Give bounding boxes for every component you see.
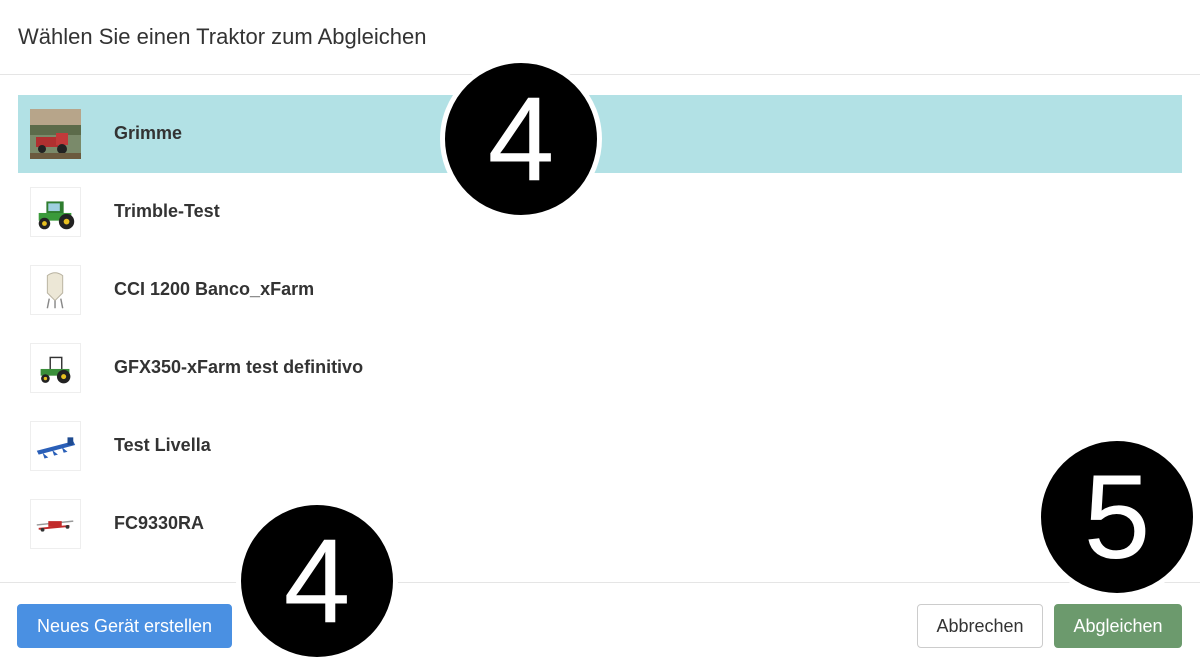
device-name: FC9330RA [114,513,205,533]
dialog-title: Wählen Sie einen Traktor zum Abgleichen [18,24,427,49]
device-list: Grimme Trimble-Test CCI 1200 Banco_xFarm… [18,95,1182,563]
step-callout-4-bottom: 4 [236,500,398,662]
device-item-trimble-test[interactable]: Trimble-Test [18,173,1182,251]
field-harvester-photo-icon [30,109,81,159]
cancel-button[interactable]: Abbrechen [917,604,1043,648]
red-mower-icon [30,499,81,549]
device-name: Trimble-Test [114,201,220,221]
device-item-cci-1200[interactable]: CCI 1200 Banco_xFarm [18,251,1182,329]
device-name: GFX350-xFarm test definitivo [114,357,364,377]
match-button[interactable]: Abgleichen [1054,604,1182,648]
device-item-gfx350[interactable]: GFX350-xFarm test definitivo [18,329,1182,407]
dialog-footer: Neues Gerät erstellen Abbrechen Abgleich… [0,582,1200,664]
step-callout-5: 5 [1036,436,1198,598]
green-tractor-icon [30,187,81,237]
new-device-button[interactable]: Neues Gerät erstellen [17,604,232,648]
silo-icon [30,265,81,315]
device-name: Grimme [114,123,183,143]
device-name: CCI 1200 Banco_xFarm [114,279,315,299]
select-tractor-dialog: Wählen Sie einen Traktor zum Abgleichen … [0,0,1200,664]
step-callout-4-top: 4 [440,58,602,220]
dialog-header: Wählen Sie einen Traktor zum Abgleichen [0,0,1200,75]
device-name: Test Livella [114,435,211,455]
device-item-test-livella[interactable]: Test Livella [18,407,1182,485]
device-item-fc9330ra[interactable]: FC9330RA [18,485,1182,563]
blue-plough-icon [30,421,81,471]
green-tractor-small-icon [30,343,81,393]
